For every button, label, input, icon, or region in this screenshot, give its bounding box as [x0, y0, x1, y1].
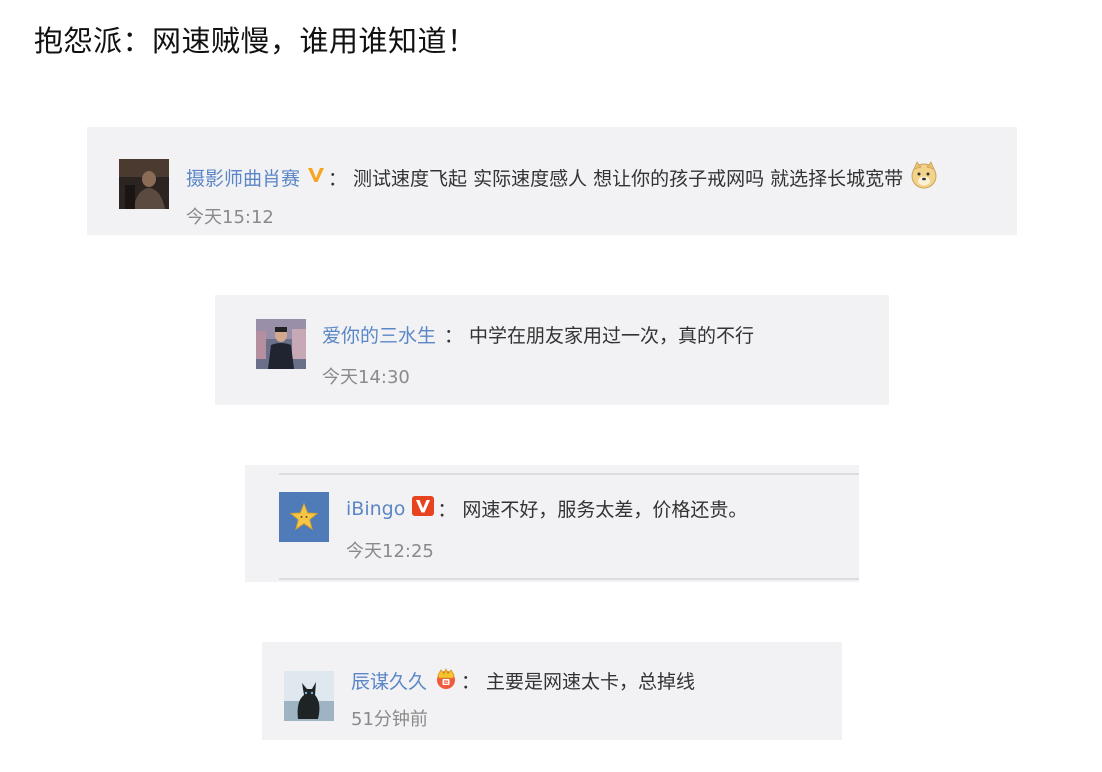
red-v-icon — [411, 495, 435, 522]
comment-text: 中学在朋友家用过一次，真的不行 — [469, 325, 755, 347]
comment-text: 主要是网速太卡，总掉线 — [486, 671, 696, 693]
divider — [279, 578, 859, 580]
avatar[interactable] — [279, 492, 329, 542]
separator: ： — [461, 671, 481, 693]
crown-icon — [433, 666, 459, 695]
avatar[interactable] — [256, 319, 306, 369]
comment-time: 51分钟前 — [351, 709, 428, 730]
username-link[interactable]: iBingo — [346, 498, 405, 520]
page-title: 抱怨派：网速贼慢，谁用谁知道！ — [34, 24, 477, 58]
comment-text: 测试速度飞起 实际速度感人 想让你的孩子戒网吗 就选择长城宽带 — [353, 168, 904, 190]
comment-card: 摄影师曲肖赛 ： 测试速度飞起 实际速度感人 想让你的孩子戒网吗 就选择长城宽带 — [87, 127, 1017, 235]
avatar[interactable] — [284, 671, 334, 721]
comment-time: 今天12:25 — [346, 541, 434, 562]
page: 抱怨派：网速贼慢，谁用谁知道！ 摄影师曲肖赛 ： 测试速度飞起 实际速度感人 想… — [0, 0, 1102, 772]
separator: ： — [437, 499, 457, 521]
username-link[interactable]: 辰谋久久 — [351, 667, 427, 694]
separator: ： — [444, 325, 464, 347]
comment-card: 辰谋久久 ： 主要是网速太卡，总掉线 51分钟前 — [262, 642, 842, 740]
yellow-v-icon — [306, 165, 326, 190]
doge-emoji-icon — [909, 160, 939, 195]
comment-time: 今天14:30 — [322, 367, 410, 388]
username-link[interactable]: 摄影师曲肖赛 — [186, 164, 300, 191]
divider — [279, 473, 859, 475]
comment-card: 爱你的三水生 ： 中学在朋友家用过一次，真的不行 今天14:30 — [215, 295, 889, 405]
comment-time: 今天15:12 — [186, 207, 274, 228]
comment-text: 网速不好，服务太差，价格还贵。 — [462, 499, 748, 521]
avatar[interactable] — [119, 159, 169, 209]
comment-card: iBingo ： 网速不好，服务太差，价格还贵。 今天12:25 — [245, 465, 859, 582]
separator: ： — [328, 168, 348, 190]
username-link[interactable]: 爱你的三水生 — [322, 321, 436, 348]
